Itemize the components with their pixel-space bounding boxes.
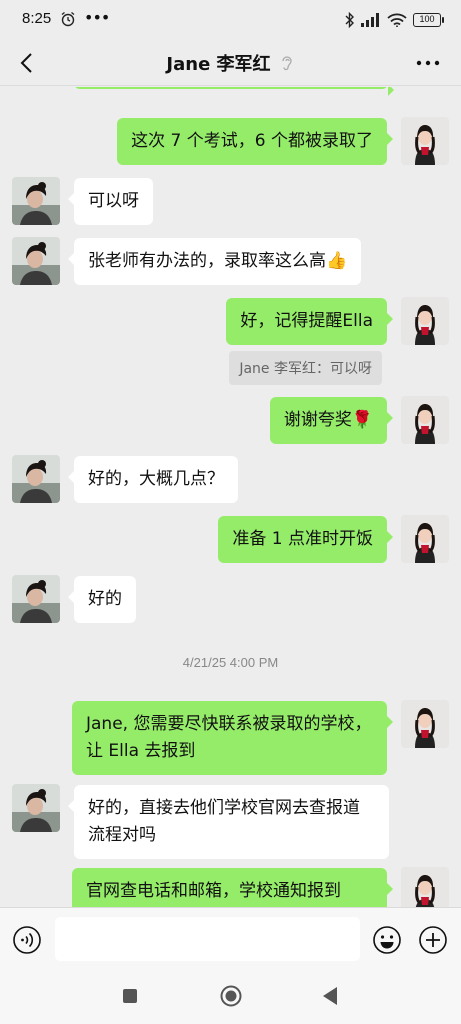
- message-bubble-outgoing[interactable]: 谢谢夸奖🌹: [269, 397, 394, 444]
- message-bubble-outgoing[interactable]: 准备 1 点准时开饭: [218, 516, 393, 563]
- home-icon[interactable]: [220, 985, 242, 1007]
- emoji-icon[interactable]: [372, 925, 402, 955]
- more-icon[interactable]: [415, 53, 441, 73]
- recents-icon[interactable]: [122, 988, 138, 1004]
- message-timestamp: 4/21/25 4:00 PM: [182, 655, 279, 670]
- message-bubble-outgoing[interactable]: 好，记得提醒Ella: [226, 298, 393, 345]
- status-bar: 8:25 ••• 100: [0, 0, 461, 40]
- message-bubble-partial[interactable]: [74, 87, 394, 96]
- chat-header: Jane 李军红: [0, 40, 461, 86]
- message-bubble-outgoing[interactable]: 官网查电话和邮箱，学校通知报到: [72, 868, 393, 907]
- my-avatar[interactable]: [401, 117, 449, 165]
- contact-avatar[interactable]: [12, 575, 60, 623]
- my-avatar[interactable]: [401, 867, 449, 907]
- wifi-icon: [387, 13, 407, 27]
- contact-avatar[interactable]: [12, 177, 60, 225]
- voice-icon[interactable]: [12, 925, 42, 955]
- message-bubble-incoming[interactable]: 好的: [68, 576, 136, 623]
- message-bubble-incoming[interactable]: 可以呀: [68, 178, 153, 225]
- nav-back-icon[interactable]: [321, 986, 339, 1006]
- quoted-reply[interactable]: Jane 李军红：可以呀: [229, 351, 382, 385]
- composer-bar: [0, 907, 461, 971]
- my-avatar[interactable]: [401, 297, 449, 345]
- message-bubble-outgoing[interactable]: Jane, 您需要尽快联系被录取的学校，让 Ella 去报到: [72, 701, 393, 775]
- alarm-icon: [61, 11, 75, 27]
- battery-icon: 100: [413, 13, 444, 27]
- contact-avatar[interactable]: [12, 237, 60, 285]
- system-navigation-bar: [0, 971, 461, 1024]
- plus-icon[interactable]: [418, 925, 448, 955]
- contact-avatar[interactable]: [12, 784, 60, 832]
- signal-icon: [361, 13, 379, 27]
- mute-ear-icon: [281, 56, 292, 71]
- my-avatar[interactable]: [401, 700, 449, 748]
- bluetooth-icon: [345, 12, 354, 28]
- status-time: 8:25: [22, 10, 52, 27]
- message-bubble-incoming[interactable]: 好的，直接去他们学校官网去查报道流程对吗: [68, 785, 389, 859]
- my-avatar[interactable]: [401, 396, 449, 444]
- message-bubble-incoming[interactable]: 好的，大概几点？: [68, 456, 238, 503]
- message-bubble-outgoing[interactable]: 这次 7 个考试，6 个都被录取了: [117, 118, 393, 165]
- message-list[interactable]: 这次 7 个考试，6 个都被录取了 可以呀 张老师有办法的，录取率这么高👍 好，…: [0, 87, 461, 907]
- more-dots-icon: •••: [84, 8, 110, 27]
- message-input[interactable]: [55, 917, 360, 961]
- message-bubble-incoming[interactable]: 张老师有办法的，录取率这么高👍: [67, 238, 362, 285]
- my-avatar[interactable]: [401, 515, 449, 563]
- contact-avatar[interactable]: [12, 455, 60, 503]
- chat-title: Jane 李军红: [166, 54, 271, 75]
